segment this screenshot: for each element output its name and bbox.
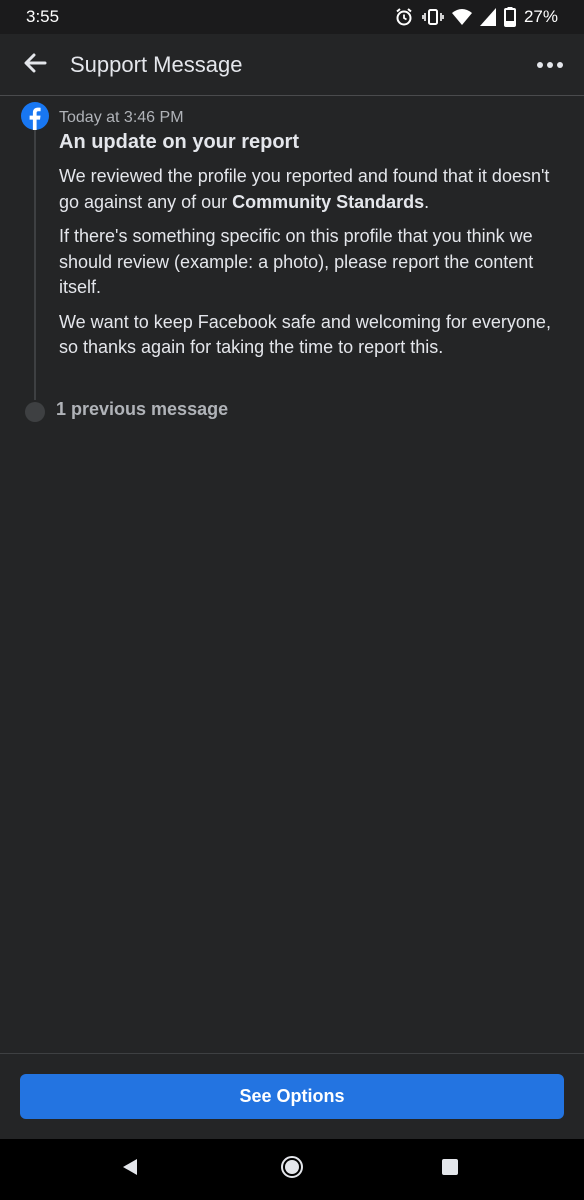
message-body: We reviewed the profile you reported and…	[59, 164, 559, 370]
nav-recents-icon	[440, 1157, 460, 1182]
thread-line	[34, 128, 36, 400]
message-paragraph-3: We want to keep Facebook safe and welcom…	[59, 311, 551, 358]
status-icons: 27%	[394, 6, 558, 28]
alarm-icon	[394, 7, 414, 27]
arrow-left-icon	[23, 53, 47, 78]
previous-message-link[interactable]: 1 previous message	[56, 398, 228, 420]
wifi-icon	[451, 8, 472, 26]
app-bar: Support Message	[0, 34, 584, 96]
facebook-logo-icon	[21, 102, 49, 130]
nav-back-icon	[120, 1157, 140, 1182]
previous-message-dot	[25, 402, 45, 422]
nav-home-button[interactable]	[270, 1149, 314, 1189]
message-paragraph-1-end: .	[424, 191, 430, 212]
message-paragraph-2: If there's something specific on this pr…	[59, 226, 534, 297]
message-paragraph-1: We reviewed the profile you reported and…	[59, 164, 559, 215]
message-timestamp: Today at 3:46 PM	[59, 109, 184, 126]
system-nav-bar	[0, 1139, 584, 1200]
status-time: 3:55	[26, 7, 60, 26]
nav-recents-button[interactable]	[428, 1149, 472, 1189]
battery-icon	[503, 7, 516, 27]
nav-back-button[interactable]	[108, 1149, 152, 1189]
battery-percent: 27%	[523, 7, 558, 26]
message-title: An update on your report	[59, 131, 299, 153]
bottom-action-bar: See Options	[0, 1053, 584, 1140]
screen: 3:55 27% Support Message Today at 3:46 P…	[0, 0, 584, 1200]
page-title: Support Message	[70, 52, 243, 77]
more-options-button[interactable]	[528, 46, 572, 84]
status-bar: 3:55 27%	[0, 0, 584, 34]
signal-icon	[479, 8, 496, 26]
vibrate-icon	[422, 7, 444, 27]
back-button[interactable]	[14, 46, 56, 84]
see-options-button[interactable]: See Options	[20, 1074, 564, 1119]
nav-home-icon	[280, 1155, 304, 1184]
community-standards-text: Community Standards	[232, 191, 425, 212]
more-horizontal-icon	[536, 56, 564, 74]
